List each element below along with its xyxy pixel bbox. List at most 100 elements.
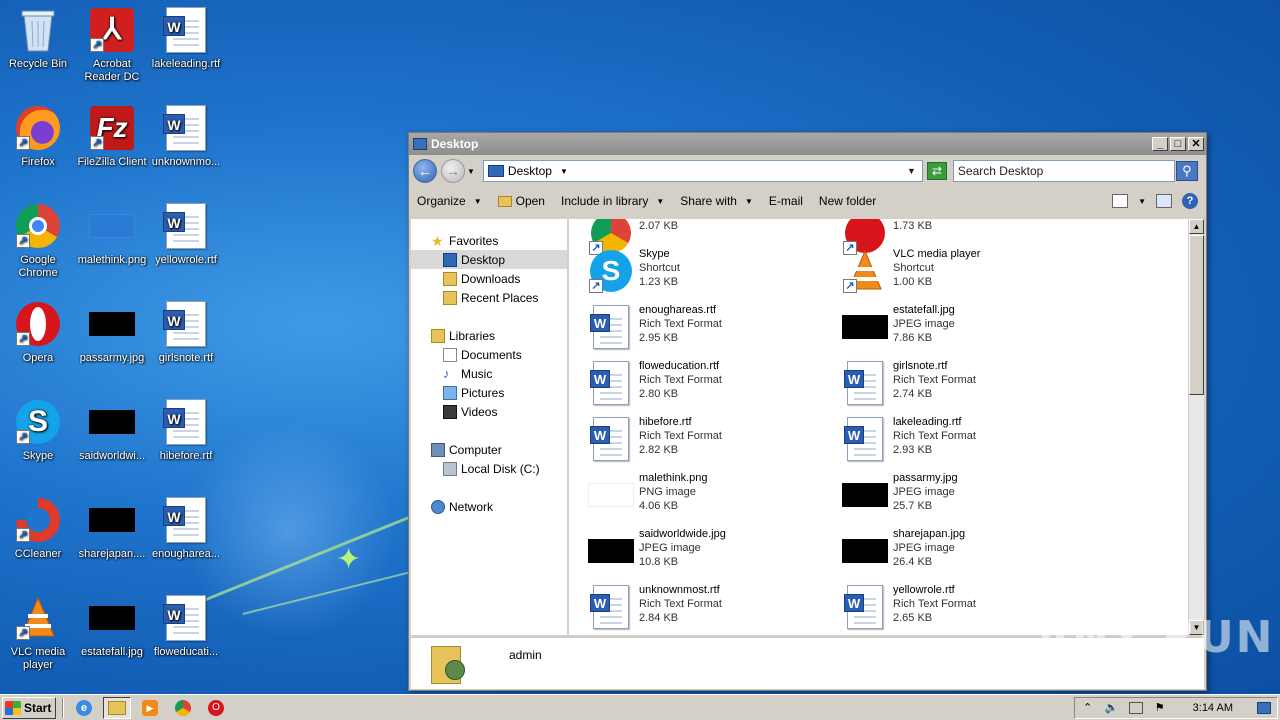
open-button[interactable]: Open xyxy=(497,194,545,208)
jpeg-image-icon xyxy=(88,594,136,642)
nav-videos[interactable]: Videos xyxy=(411,402,567,421)
desktop-icon-recycle-bin[interactable]: Recycle Bin xyxy=(0,6,76,71)
desktop-icon-unknownmost[interactable]: W unknownmo... xyxy=(148,104,224,169)
minimize-button[interactable]: _ xyxy=(1152,137,1168,151)
word-document-icon: W xyxy=(162,594,210,642)
include-in-library-button[interactable]: Include in library ▼ xyxy=(561,194,664,208)
taskbar-opera[interactable]: O xyxy=(202,697,230,719)
nav-music[interactable]: ♪ Music xyxy=(411,364,567,383)
vertical-scrollbar[interactable]: ▲ ▼ xyxy=(1188,219,1204,635)
nav-favorites[interactable]: ★ Favorites xyxy=(411,231,567,250)
desktop-icon-filezilla[interactable]: Fz ↗ FileZilla Client xyxy=(74,104,150,169)
maximize-button[interactable]: □ xyxy=(1170,137,1186,151)
change-view-icon[interactable] xyxy=(1112,194,1129,208)
file-item[interactable]: W hibefore.rtf Rich Text Format 2.82 KB xyxy=(587,415,827,467)
preview-pane-icon[interactable] xyxy=(1156,194,1172,208)
close-button[interactable]: ✕ xyxy=(1188,137,1204,151)
desktop-icon-opera[interactable]: ↗ Opera xyxy=(0,300,76,365)
show-hidden-icons-icon[interactable]: ⌃ xyxy=(1081,702,1095,714)
desktop-icon-vlc[interactable]: ↗ VLC media player xyxy=(0,594,76,672)
jpeg-image-icon xyxy=(88,398,136,446)
file-item[interactable]: sharejapan.jpg JPEG image 26.4 KB xyxy=(841,527,1081,579)
desktop-icon-hibefore[interactable]: W hibefore.rtf xyxy=(148,398,224,463)
desktop-icon-girlsnote[interactable]: W girlsnote.rtf xyxy=(148,300,224,365)
file-item[interactable]: estatefall.jpg JPEG image 7.86 KB xyxy=(841,303,1081,355)
action-center-flag-icon[interactable]: ⚑ xyxy=(1153,702,1167,714)
file-item[interactable]: W floweducation.rtf Rich Text Format 2.80 … xyxy=(587,359,827,411)
search-icon[interactable]: ⚲ xyxy=(1175,161,1198,181)
jpeg-image-icon xyxy=(88,300,136,348)
taskbar-explorer[interactable] xyxy=(103,696,131,719)
scroll-thumb[interactable] xyxy=(1189,235,1204,395)
watermark: ANY RUN xyxy=(1036,612,1275,663)
desktop-icon-sharejapan[interactable]: sharejapan.... xyxy=(74,496,150,561)
desktop-icon-floweducation[interactable]: W floweducati... xyxy=(148,594,224,659)
file-item[interactable]: saidworldwide.jpg JPEG image 10.8 KB xyxy=(587,527,827,579)
file-item[interactable]: ↗ VLC media player Shortcut 1.00 KB xyxy=(841,247,1081,299)
share-with-button[interactable]: Share with ▼ xyxy=(680,194,753,208)
nav-documents[interactable]: Documents xyxy=(411,345,567,364)
videos-icon xyxy=(443,404,457,419)
nav-desktop[interactable]: Desktop xyxy=(411,250,567,269)
star-icon: ★ xyxy=(431,232,444,249)
chevron-down-icon: ▼ xyxy=(473,196,482,206)
documents-icon xyxy=(443,347,457,362)
file-item[interactable]: passarmy.jpg JPEG image 25.7 KB xyxy=(841,471,1081,523)
breadcrumb-chevron-icon[interactable]: ▼ xyxy=(560,167,568,176)
file-item[interactable]: S ↗ Skype Shortcut 1.23 KB xyxy=(587,247,827,299)
shortcut-arrow-icon: ↗ xyxy=(90,136,104,150)
nav-pictures[interactable]: Pictures xyxy=(411,383,567,402)
show-desktop-button[interactable] xyxy=(1257,701,1271,714)
desktop-icon-firefox[interactable]: ↗ Firefox xyxy=(0,104,76,169)
nav-local-disk[interactable]: Local Disk (C:) xyxy=(411,459,567,478)
desktop-icon-ccleaner[interactable]: ↗ CCleaner xyxy=(0,496,76,561)
file-item[interactable]: W enoughareas.rtf Rich Text Format 2.95 KB xyxy=(587,303,827,355)
skype-icon: S ↗ xyxy=(587,247,635,295)
desktop-icon-passarmy[interactable]: passarmy.jpg xyxy=(74,300,150,365)
view-options-chevron-icon[interactable]: ▼ xyxy=(1138,197,1146,206)
organize-button[interactable]: Organize ▼ xyxy=(417,194,482,208)
desktop-icon-chrome[interactable]: ↗ Google Chrome xyxy=(0,202,76,280)
hard-drive-icon xyxy=(443,461,457,476)
desktop-icon-enoughareas[interactable]: W enoughareа... xyxy=(148,496,224,561)
scroll-up-icon[interactable]: ▲ xyxy=(1189,219,1204,234)
desktop-icon-yellowrole[interactable]: W yellowrole.rtf xyxy=(148,202,224,267)
nav-recent-places[interactable]: Recent Places xyxy=(411,288,567,307)
nav-downloads[interactable]: Downloads xyxy=(411,269,567,288)
taskbar-ie[interactable]: e xyxy=(70,697,98,719)
desktop-icon-estatefall[interactable]: estatefall.jpg xyxy=(74,594,150,659)
file-item[interactable]: malethink.png PNG image 4.06 KB xyxy=(587,471,827,523)
desktop-icon-lakeleading[interactable]: W lakeleading.rtf xyxy=(148,6,224,71)
address-bar[interactable]: Desktop ▼ ▼ xyxy=(482,160,923,182)
firefox-icon: ↗ xyxy=(14,104,62,152)
search-input[interactable]: Search Desktop ⚲ xyxy=(952,160,1198,182)
network-tray-icon[interactable] xyxy=(1128,701,1143,714)
shortcut-arrow-icon: ↗ xyxy=(16,528,30,542)
file-item[interactable]: W girlsnote.rtf Rich Text Format 2.74 KB xyxy=(841,359,1081,411)
recent-pages-chevron-icon[interactable]: ▼ xyxy=(467,167,475,176)
taskbar-media-player[interactable]: ▶ xyxy=(136,697,164,719)
refresh-button[interactable]: ⇄ xyxy=(926,162,947,180)
command-bar: Organize ▼ Open Include in library ▼ Share… xyxy=(409,187,1206,215)
file-item[interactable]: W lakeleading.rtf Rich Text Format 2.93 KB xyxy=(841,415,1081,467)
nav-computer[interactable]: Computer xyxy=(411,440,567,459)
desktop-icon-acrobat[interactable]: ⅄ ↗ Acrobat Reader DC xyxy=(74,6,150,84)
address-dropdown-icon[interactable]: ▼ xyxy=(907,166,916,176)
desktop-icon-saidworldwide[interactable]: saidworldwi... xyxy=(74,398,150,463)
help-icon[interactable]: ? xyxy=(1182,193,1198,209)
taskbar-chrome[interactable] xyxy=(169,697,197,719)
clock[interactable]: 3:14 AM xyxy=(1193,702,1233,714)
forward-button[interactable]: → xyxy=(441,159,465,183)
email-button[interactable]: E-mail xyxy=(769,194,803,208)
new-folder-button[interactable]: New folder xyxy=(819,194,876,208)
desktop-icon-skype[interactable]: S ↗ Skype xyxy=(0,398,76,463)
shortcut-arrow-icon: ↗ xyxy=(16,430,30,444)
title-bar[interactable]: Desktop _ □ ✕ xyxy=(409,133,1206,155)
desktop-icon-malethink[interactable]: malethink.png xyxy=(74,202,150,267)
nav-network[interactable]: Network xyxy=(411,497,567,516)
back-button[interactable]: ← xyxy=(413,159,437,183)
nav-libraries[interactable]: Libraries xyxy=(411,326,567,345)
volume-icon[interactable]: 🔈 xyxy=(1105,702,1119,714)
start-button[interactable]: Start xyxy=(2,696,56,719)
file-item[interactable]: W unknownmost.rtf Rich Text Format 2.84 KB xyxy=(587,583,827,635)
